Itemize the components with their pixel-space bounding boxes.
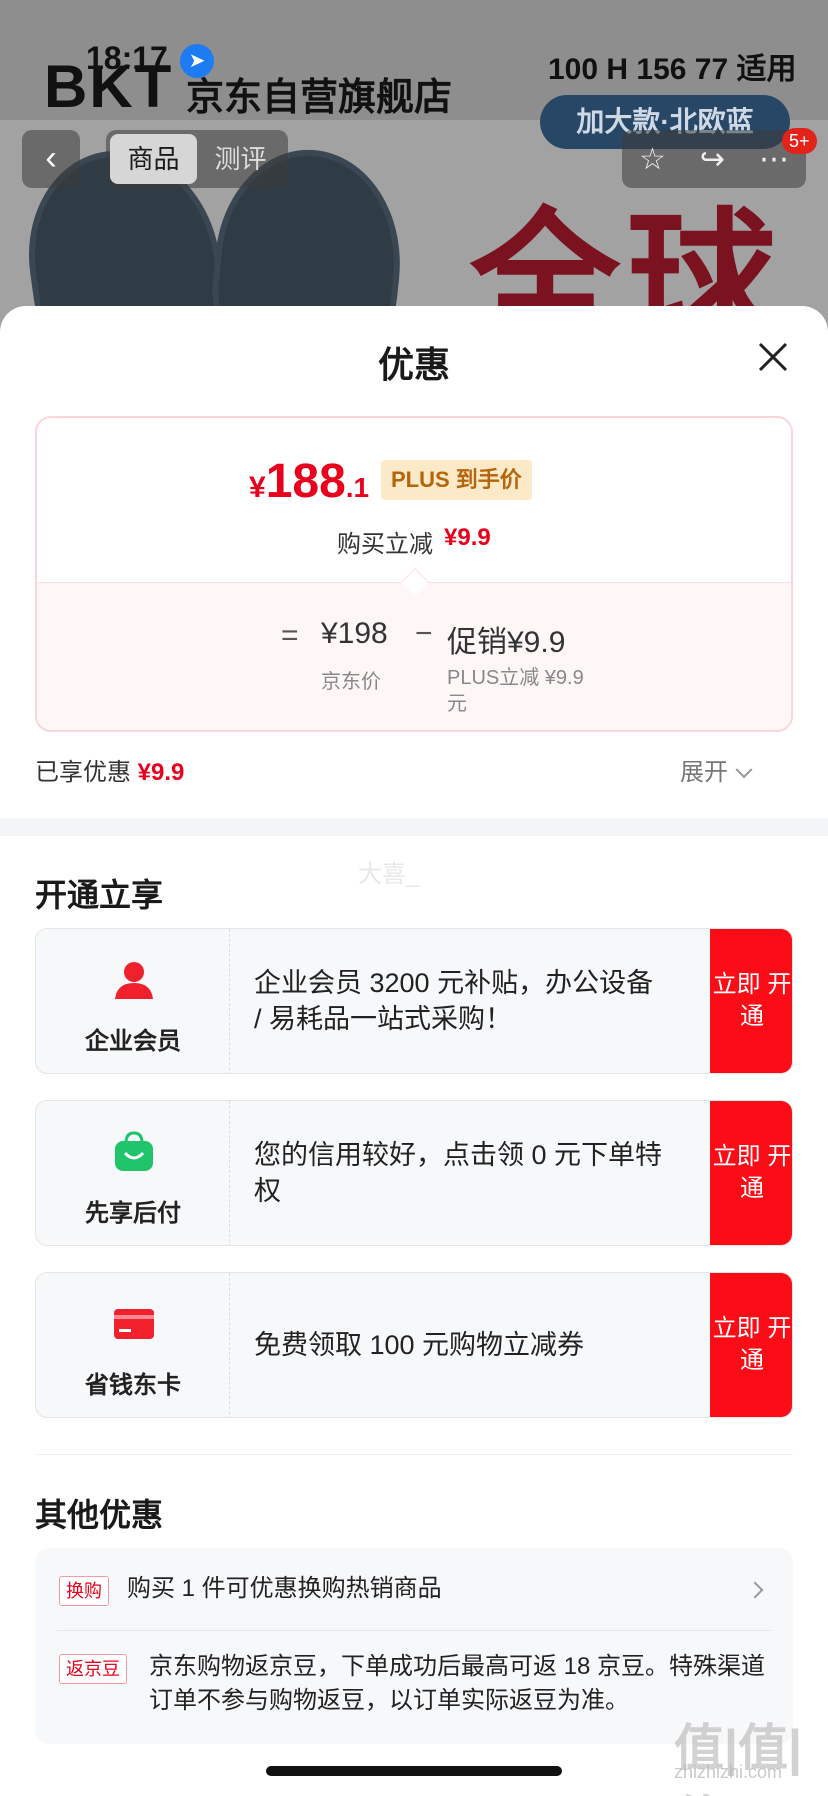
discount-sheet: 优惠 ¥188.1 PLUS 到手价 购买立减 ¥9.9 = ¥198 − 促销… (0, 306, 828, 1796)
enjoyed-discount: 已享优惠 ¥9.9 (35, 752, 184, 787)
membership-card-enterprise: 企业会员 企业会员 3200 元补贴，办公设备 / 易耗品一站式采购！ 立即 开… (35, 928, 793, 1074)
final-price-int: 188 (265, 455, 346, 508)
star-icon[interactable]: ☆ (639, 142, 666, 177)
membership-desc: 您的信用较好，点击领 0 元下单特权 (254, 1140, 663, 1206)
enjoyed-label: 已享优惠 (35, 759, 131, 786)
card-icon (114, 1309, 154, 1339)
bean-tag: 返京豆 (59, 1654, 127, 1684)
user-watermark: 大喜_ (358, 861, 420, 888)
jd-price-label: 京东价 (321, 671, 381, 693)
close-icon[interactable] (752, 336, 794, 378)
membership-card-pay-later: 先享后付 您的信用较好，点击领 0 元下单特权 立即 开通 (35, 1100, 793, 1246)
promo-discount-value: 促销¥9.9 (447, 626, 566, 659)
plus-price-tag: PLUS 到手价 (381, 460, 532, 500)
minus-sign: − (415, 617, 433, 650)
membership-desc: 企业会员 3200 元补贴，办公设备 / 易耗品一站式采购！ (254, 968, 654, 1034)
expand-label: 展开 (680, 759, 728, 786)
product-page-backdrop[interactable]: 全球 BKT 京东自营旗舰店 加大款·北欧蓝 18:17 ➤ 100 H 156… (0, 0, 828, 340)
membership-name: 省钱东卡 (85, 1372, 181, 1399)
item-separator (57, 1630, 771, 1631)
section-divider-line (35, 1454, 793, 1455)
final-price-symbol: ¥ (249, 471, 266, 504)
open-section-title: 开通立享 (35, 877, 164, 913)
product-tabs: 商品 测评 (106, 130, 288, 188)
membership-name: 先享后付 (85, 1200, 181, 1227)
instant-discount-value: ¥9.9 (444, 524, 491, 551)
equals-sign: = (281, 619, 299, 652)
tab-product[interactable]: 商品 (110, 134, 197, 184)
final-price: ¥188.1 (249, 454, 369, 509)
membership-card-savings: 省钱东卡 免费领取 100 元购物立减券 立即 开通 (35, 1272, 793, 1418)
price-calculation: = ¥198 − 促销¥9.9 京东价 PLUS立减 ¥9.9元 (37, 582, 791, 730)
enjoyed-value: ¥9.9 (137, 759, 185, 786)
exchange-tag: 换购 (59, 1576, 109, 1606)
membership-name: 企业会员 (85, 1028, 181, 1055)
expand-button[interactable]: 展开 (680, 752, 753, 787)
chevron-down-icon (735, 761, 753, 779)
exchange-text[interactable]: 购买 1 件可优惠换购热销商品 (127, 1572, 727, 1606)
back-button[interactable]: ‹ (22, 130, 80, 188)
tab-review[interactable]: 测评 (197, 134, 284, 184)
open-now-button[interactable]: 立即 开通 (710, 929, 792, 1073)
chevron-right-icon[interactable] (746, 1581, 764, 1599)
store-name: 京东自营旗舰店 (186, 77, 453, 119)
plus-discount-note: PLUS立减 ¥9.9元 (447, 667, 584, 715)
final-price-dec: .1 (345, 472, 370, 503)
section-divider (0, 818, 828, 836)
notification-badge: 5+ (782, 128, 817, 154)
location-arrow-icon: ➤ (180, 44, 214, 78)
price-breakdown-card: ¥188.1 PLUS 到手价 购买立减 ¥9.9 = ¥198 − 促销¥9.… (35, 416, 793, 732)
other-section-title: 其他优惠 (35, 1497, 164, 1533)
status-right-indicators: 100 H 156 77 适用 (548, 53, 797, 86)
user-icon (115, 962, 153, 999)
nav-actions: ☆ ↪ ⋯ (622, 130, 806, 188)
membership-desc: 免费领取 100 元购物立减券 (254, 1330, 585, 1360)
chevron-left-icon: ‹ (45, 139, 57, 177)
membership-left: 先享后付 (36, 1101, 230, 1245)
shopping-bag-icon (115, 1131, 153, 1171)
membership-left: 企业会员 (36, 929, 230, 1073)
status-time: 18:17 (86, 40, 168, 76)
jd-price-value: ¥198 (321, 617, 388, 650)
price-summary: ¥188.1 PLUS 到手价 购买立减 ¥9.9 (37, 418, 791, 582)
sheet-title: 优惠 (377, 344, 450, 385)
open-now-button[interactable]: 立即 开通 (710, 1101, 792, 1245)
home-indicator (266, 1766, 562, 1776)
instant-discount-label: 购买立减 (337, 531, 433, 558)
membership-left: 省钱东卡 (36, 1273, 230, 1417)
share-icon[interactable]: ↪ (700, 142, 725, 177)
open-now-button[interactable]: 立即 开通 (710, 1273, 792, 1417)
site-watermark-url: zhizhizhi.com (674, 1762, 783, 1782)
